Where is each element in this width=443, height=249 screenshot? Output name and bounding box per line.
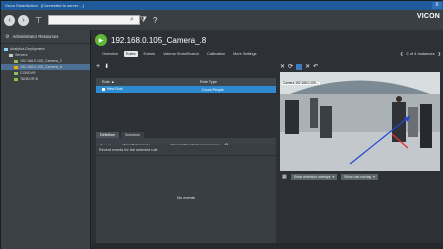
tree-item-label: Analytics Deployment (10, 47, 45, 51)
rule-name: New Rule (107, 87, 123, 92)
tab-calibration[interactable]: Calibration (205, 51, 227, 57)
video-scene: Camera 192.168.0.105 ... (280, 72, 440, 171)
instance-pager: ❮ 2 of 4 Instances ❯ (400, 51, 441, 56)
undo-icon[interactable]: ↶ (313, 63, 318, 70)
save-rule-icon[interactable]: ⬇ (104, 63, 109, 70)
table-header: Rule ▲ Rule Type (96, 78, 276, 86)
tab-overview[interactable]: Overview (100, 51, 120, 57)
rules-table: Rule ▲ Rule Type New Rule Count People (96, 78, 276, 93)
refresh-icon[interactable]: ⟳ (288, 63, 293, 70)
window-subtitle: (Connected to server ...) (40, 3, 84, 8)
pin-icon[interactable]: ⊤ (35, 16, 42, 25)
delete-icon[interactable]: ✕ (305, 63, 310, 70)
resource-tree: Analytics Deployment Servers 192.168.0.1… (1, 44, 90, 82)
col-rule-type[interactable]: Rule Type (200, 80, 217, 84)
close-button[interactable]: X (432, 2, 442, 9)
rule-type-cell: Count People (200, 88, 224, 92)
search-icon[interactable]: ⌕ (130, 16, 134, 24)
tree-item-label: 192.168.0.105_Camera_2 (20, 59, 62, 63)
tree-item-label: Servers (15, 53, 28, 57)
camera-icon: ▶ (95, 34, 107, 46)
tree-item-label: CONDVR (20, 71, 36, 75)
chevron-down-icon: ▾ (373, 175, 375, 179)
tree-item-label: TANDVR B (20, 77, 38, 81)
toolbar: ‹ › ⊤ ⌕ ⧩ ? VICON (1, 10, 443, 30)
col-rule[interactable]: Rule ▲ (96, 80, 200, 84)
help-icon[interactable]: ? (153, 16, 157, 25)
detection-button-label: Show detection overlays (293, 175, 331, 179)
draw-tool-icon[interactable] (296, 63, 303, 70)
logo-text: VICON (416, 13, 440, 20)
back-button[interactable]: ‹ (4, 14, 15, 26)
video-bottom-bar: ▦ Show detection overlays ▾ Show rule ov… (280, 172, 440, 182)
rule-overlay-button-label: Show rule overlay (344, 175, 372, 179)
server-icon (9, 53, 13, 57)
chevron-down-icon: ▾ (332, 175, 335, 179)
window-title: Vicon SmartAction (5, 3, 38, 8)
events-panel: Recent events for the selected rule No e… (96, 145, 276, 249)
rule-type: Count People (202, 87, 224, 92)
video-panel: ✕ ⟳ ✕ ↶ Camera 192.168.0.105 ... ▦ Show … (280, 62, 440, 202)
show-rule-overlay-button[interactable]: Show rule overlay ▾ (341, 174, 378, 180)
title-bar: Vicon SmartAction (Connected to server .… (1, 1, 443, 10)
tab-definition[interactable]: Definition (96, 132, 119, 138)
filter-icon[interactable]: ⧩ (140, 15, 147, 25)
no-events-text: No events (176, 195, 195, 200)
main-panel: ▶ 192.168.0.105_Camera_.8 Overview Rules… (92, 30, 443, 249)
add-rule-button[interactable]: + (96, 63, 100, 70)
folder-icon (4, 47, 8, 51)
status-bar (92, 243, 443, 249)
rule-checkbox[interactable] (102, 87, 105, 91)
close-icon[interactable]: ✕ (280, 63, 285, 70)
rule-name-cell: New Rule (96, 87, 200, 92)
pager-text: 2 of 4 Instances (406, 51, 435, 56)
camera-icon (14, 65, 18, 69)
tree-item-tandvr[interactable]: TANDVR B (1, 76, 90, 82)
camera-icon (14, 71, 18, 75)
grid-icon[interactable]: ▦ (282, 174, 287, 180)
sidebar-header[interactable]: ⚙ Administrator Resources (1, 30, 90, 44)
tree-item-label: 192.168.0.105_Camera_8 (20, 65, 62, 69)
rules-toolbar: + ⬇ (96, 62, 276, 71)
search-input[interactable] (47, 15, 140, 25)
camera-icon (14, 77, 18, 81)
show-detection-overlays-button[interactable]: Show detection overlays ▾ (290, 174, 338, 180)
sidebar: ⚙ Administrator Resources Analytics Depl… (1, 30, 91, 249)
camera-icon (14, 59, 18, 63)
next-instance-icon[interactable]: ❯ (438, 51, 441, 56)
forward-button[interactable]: › (18, 14, 29, 26)
camera-video-frame[interactable]: Camera 192.168.0.105 ... (280, 72, 440, 171)
vicon-logo: VICON (417, 13, 440, 20)
video-toolbar: ✕ ⟳ ✕ ↶ (280, 62, 440, 71)
camera-title: 192.168.0.105_Camera_.8 (111, 35, 207, 45)
tab-events[interactable]: Events (142, 51, 158, 57)
sidebar-header-label: Administrator Resources (12, 34, 59, 39)
tab-schedule[interactable]: Schedule (120, 132, 144, 138)
camera-header: ▶ 192.168.0.105_Camera_.8 (95, 34, 206, 46)
prev-instance-icon[interactable]: ❮ (400, 51, 403, 56)
table-row[interactable]: New Rule Count People (96, 86, 276, 93)
tab-more-settings[interactable]: More Settings (231, 51, 258, 57)
tab-bar: Overview Rules Events Valerus SmartSearc… (100, 51, 259, 57)
tab-smartsearch[interactable]: Valerus SmartSearch (161, 51, 201, 57)
tab-rules[interactable]: Rules (123, 51, 138, 57)
app-window: Vicon SmartAction (Connected to server .… (0, 0, 443, 249)
video-overlay-text: Camera 192.168.0.105 ... (283, 81, 319, 85)
gear-icon: ⚙ (5, 33, 10, 40)
events-header: Recent events for the selected rule (96, 145, 276, 156)
